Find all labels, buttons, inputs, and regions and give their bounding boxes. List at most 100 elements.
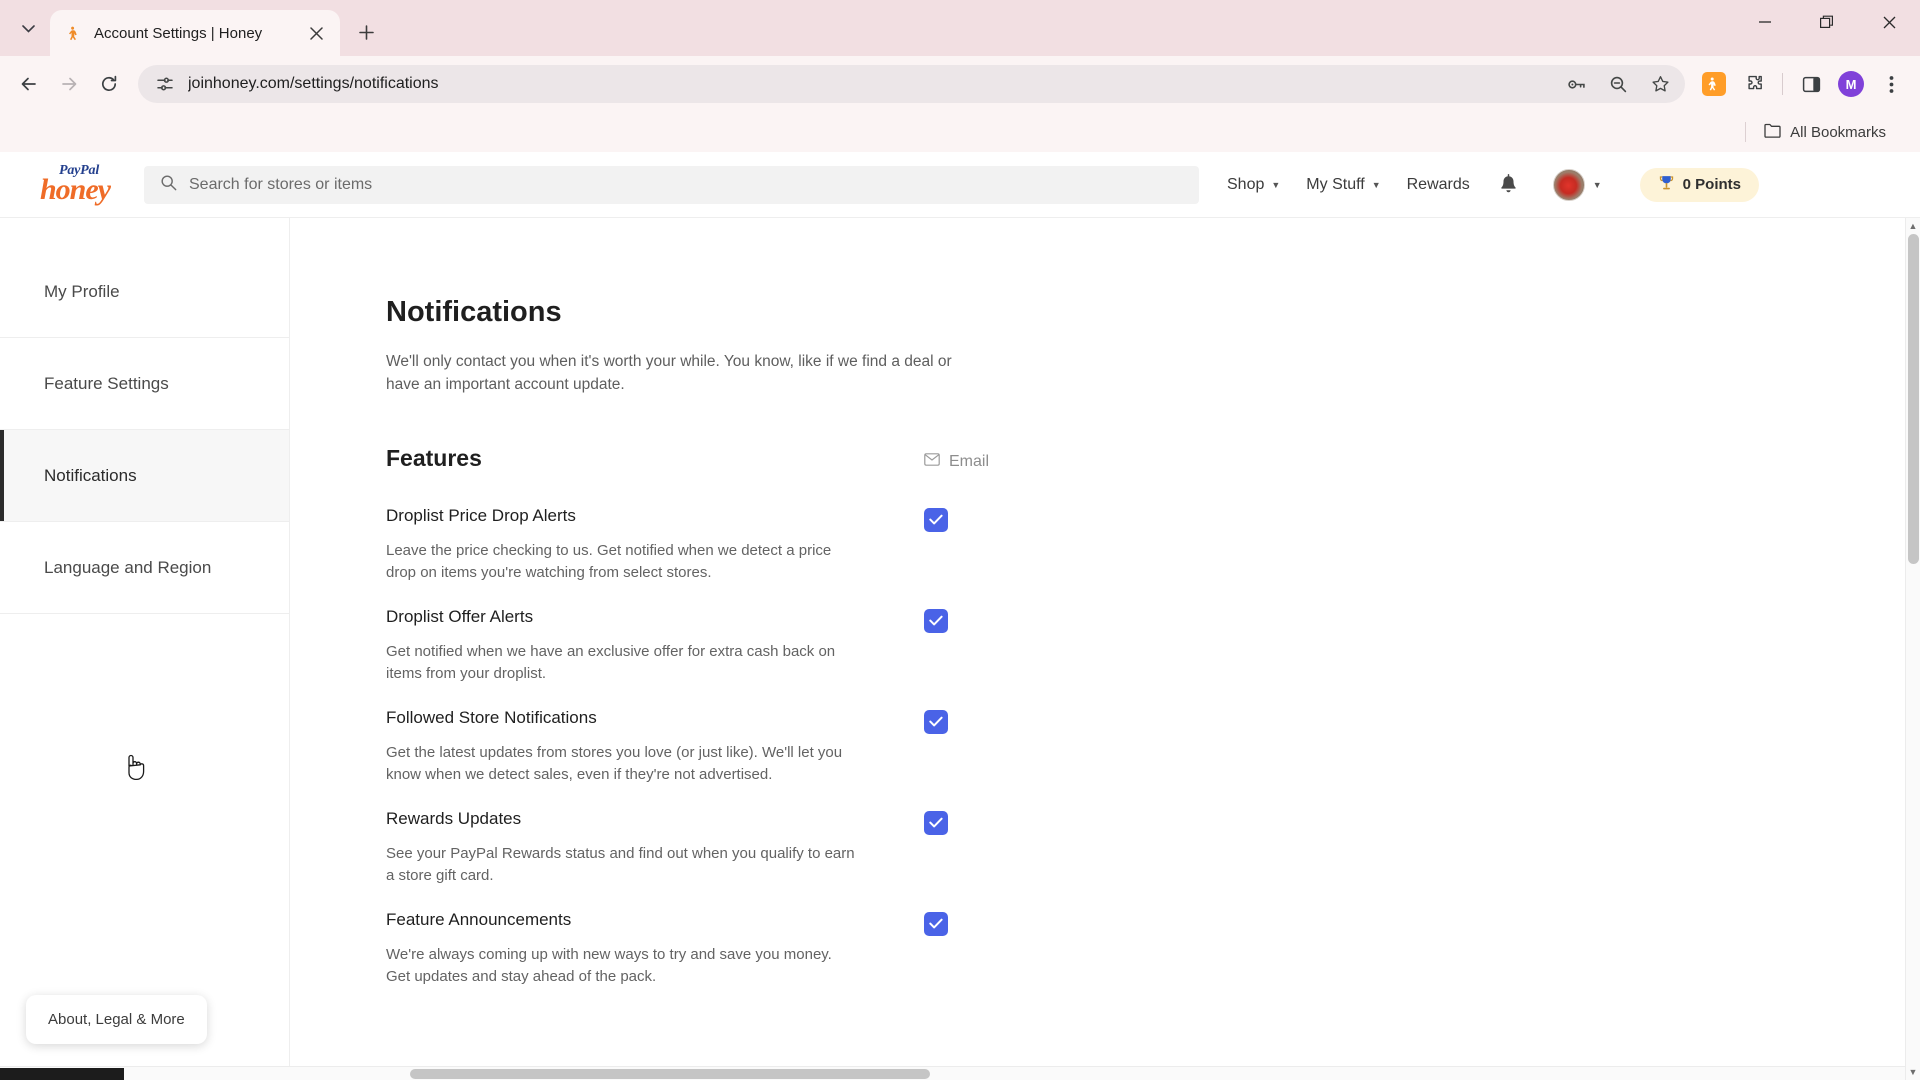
extensions-puzzle-icon[interactable] (1735, 65, 1773, 103)
profile-avatar-button[interactable]: M (1832, 65, 1870, 103)
nav-link-rewards-label: Rewards (1406, 175, 1470, 193)
feature-row: Rewards Updates See your PayPal Rewards … (386, 809, 1920, 888)
points-label: 0 Points (1682, 176, 1742, 193)
scroll-down-arrow-icon[interactable]: ▼ (1909, 1064, 1918, 1080)
browser-window: Account Settings | Honey joinhoney.com/s… (0, 0, 1920, 1080)
notification-bell-icon[interactable] (1498, 173, 1519, 196)
feature-row: Followed Store Notifications Get the lat… (386, 708, 1920, 787)
sidebar-item-label: Notifications (44, 465, 137, 485)
url-text: joinhoney.com/settings/notifications (188, 75, 439, 92)
folder-icon (1764, 123, 1781, 142)
sidebar-item-label: Language and Region (44, 557, 212, 577)
page-subtitle: We'll only contact you when it's worth y… (386, 353, 952, 393)
feature-name: Droplist Offer Alerts (386, 606, 534, 626)
bookmarks-divider (1745, 122, 1747, 142)
window-controls (1734, 0, 1920, 44)
minimize-icon[interactable] (1734, 0, 1796, 44)
chevron-down-icon: ▼ (1271, 179, 1281, 190)
sidebar-item-my-profile[interactable]: My Profile (0, 246, 289, 338)
zoom-out-icon[interactable] (1603, 69, 1633, 99)
profile-initial: M (1838, 71, 1864, 97)
nav-link-rewards[interactable]: Rewards (1407, 176, 1470, 194)
about-legal-more-button[interactable]: About, Legal & More (26, 995, 207, 1044)
honey-extension-button[interactable] (1695, 65, 1733, 103)
feature-name: Rewards Updates (386, 808, 522, 828)
feature-text: Droplist Price Drop Alerts Leave the pri… (386, 506, 924, 585)
window-close-icon[interactable] (1858, 0, 1920, 44)
honey-extension-icon (1702, 72, 1726, 96)
avatar (1552, 168, 1585, 201)
feature-description: Get the latest updates from stores you l… (386, 743, 843, 784)
chevron-down-icon: ▼ (1592, 179, 1602, 190)
toolbar-divider (1782, 73, 1783, 95)
logo-honey-text: honey (40, 173, 111, 206)
email-checkbox[interactable] (924, 911, 948, 936)
nav-link-shop[interactable]: Shop ▼ (1227, 176, 1280, 194)
settings-sidebar: My Profile Feature Settings Notification… (0, 218, 290, 1080)
site-search-box[interactable] (144, 165, 1199, 204)
side-panel-icon[interactable] (1792, 65, 1830, 103)
envelope-icon (924, 453, 940, 471)
email-checkbox[interactable] (924, 608, 948, 633)
password-key-icon[interactable] (1561, 69, 1591, 99)
paypal-honey-logo[interactable]: PayPal honey (40, 164, 126, 205)
sidebar-item-feature-settings[interactable]: Feature Settings (0, 338, 289, 430)
feature-name: Followed Store Notifications (386, 707, 597, 727)
nav-link-my-stuff-label: My Stuff (1306, 175, 1365, 193)
tab-strip: Account Settings | Honey (0, 0, 1920, 56)
sidebar-item-language-and-region[interactable]: Language and Region (0, 522, 289, 614)
feature-row: Droplist Offer Alerts Get notified when … (386, 607, 1920, 686)
sidebar-item-label: Feature Settings (44, 373, 169, 393)
forward-arrow-icon[interactable] (50, 65, 88, 103)
scrollbar-track[interactable] (1906, 234, 1920, 1064)
site-nav: Shop ▼ My Stuff ▼ Rewards (1227, 176, 1470, 194)
sidebar-item-label: My Profile (44, 282, 120, 301)
taskbar-edge (0, 1068, 124, 1080)
tab-search-chevron-down-icon[interactable] (10, 11, 46, 47)
points-badge[interactable]: 0 Points (1639, 167, 1760, 202)
feature-name: Feature Announcements (386, 909, 572, 929)
restore-icon[interactable] (1796, 0, 1858, 44)
email-checkbox[interactable] (924, 810, 948, 835)
user-account-menu[interactable]: ▼ (1552, 168, 1602, 201)
search-input[interactable] (189, 175, 1183, 194)
features-section-title: Features (386, 444, 482, 471)
page-settings-icon[interactable] (154, 73, 176, 95)
bookmarks-bar: All Bookmarks (0, 112, 1920, 152)
bookmark-star-icon[interactable] (1645, 69, 1675, 99)
vertical-scrollbar[interactable]: ▲ ▼ (1905, 218, 1920, 1080)
address-bar[interactable]: joinhoney.com/settings/notifications (138, 65, 1685, 103)
scroll-up-arrow-icon[interactable]: ▲ (1909, 218, 1918, 234)
feature-text: Droplist Offer Alerts Get notified when … (386, 607, 924, 686)
feature-description: We're always coming up with new ways to … (386, 945, 832, 986)
horizontal-scrollbar[interactable] (0, 1066, 1905, 1080)
all-bookmarks-button[interactable]: All Bookmarks (1756, 119, 1894, 146)
tab-close-icon[interactable] (304, 21, 328, 45)
honey-favicon (66, 24, 84, 42)
browser-toolbar: joinhoney.com/settings/notifications M (0, 56, 1920, 112)
feature-row: Droplist Price Drop Alerts Leave the pri… (386, 506, 1920, 585)
scrollbar-thumb[interactable] (1908, 234, 1919, 564)
browser-tab[interactable]: Account Settings | Honey (50, 10, 340, 56)
email-checkbox[interactable] (924, 709, 948, 734)
trophy-icon (1658, 174, 1675, 195)
email-column-header: Email (924, 453, 989, 471)
settings-body: My Profile Feature Settings Notification… (0, 218, 1920, 1080)
settings-content: Notifications We'll only contact you whe… (290, 218, 1920, 1080)
feature-text: Feature Announcements We're always comin… (386, 910, 924, 989)
page-viewport: PayPal honey Shop ▼ My Stuff (0, 152, 1920, 1080)
feature-description: Leave the price checking to us. Get noti… (386, 541, 832, 582)
back-arrow-icon[interactable] (10, 65, 48, 103)
tab-title: Account Settings | Honey (94, 24, 263, 42)
features-header-row: Features Email (386, 445, 1920, 472)
horizontal-scrollbar-thumb[interactable] (410, 1069, 930, 1079)
new-tab-button[interactable] (348, 14, 384, 50)
feature-text: Rewards Updates See your PayPal Rewards … (386, 809, 924, 888)
nav-link-my-stuff[interactable]: My Stuff ▼ (1306, 176, 1380, 194)
feature-description: See your PayPal Rewards status and find … (386, 844, 855, 885)
email-checkbox[interactable] (924, 507, 948, 532)
email-column-label: Email (949, 452, 990, 470)
sidebar-item-notifications[interactable]: Notifications (0, 430, 289, 522)
three-dot-menu-icon[interactable] (1872, 65, 1910, 103)
reload-icon[interactable] (90, 65, 128, 103)
